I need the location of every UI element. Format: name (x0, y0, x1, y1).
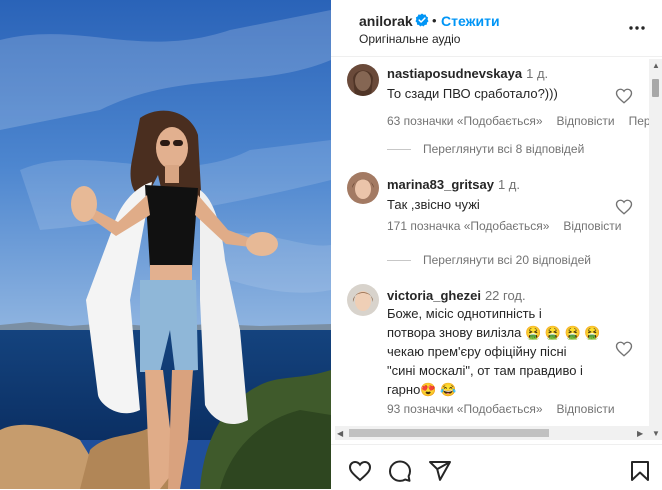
verified-badge-icon (415, 13, 429, 27)
comment-likes-count[interactable]: 93 позначки «Подобається» (387, 402, 543, 416)
scroll-left-arrow-icon[interactable]: ◀ (337, 429, 343, 438)
view-replies-link[interactable]: Переглянути всі 20 відповідей (423, 253, 591, 267)
scroll-down-arrow-icon[interactable]: ▼ (652, 429, 660, 438)
replies-divider (387, 260, 411, 261)
comment-likes-count[interactable]: 63 позначки «Подобається» (387, 114, 543, 128)
comments-list: nastiaposudnevskaya 1 д. То сзади ПВО сра… (331, 56, 662, 444)
comment-text-line: чекаю прем'єру офіційну пісні (387, 344, 567, 359)
bookmark-icon[interactable] (628, 459, 652, 483)
comment-time: 22 год. (484, 288, 526, 303)
comment-time: 1 д. (526, 66, 549, 81)
comment-text-line: гарно😍 😂 (387, 382, 457, 397)
comment-text: Боже, місіс однотипність і потвора знову… (387, 304, 617, 399)
comment-translate-link[interactable]: Пер (629, 114, 651, 128)
follow-button[interactable]: Стежити (441, 13, 500, 29)
comment-text-line: Боже, місіс однотипність і (387, 306, 542, 321)
reply-button[interactable]: Відповісти (557, 114, 615, 128)
header-separator: • (432, 13, 437, 28)
avatar[interactable] (347, 284, 379, 316)
reply-button[interactable]: Відповісти (557, 402, 615, 416)
comment-text: То сзади ПВО сработало?))) (387, 86, 558, 101)
post-photo (0, 0, 331, 489)
comment-text-line: "сині москалі", от там правдиво і (387, 363, 583, 378)
reply-button[interactable]: Відповісти (563, 219, 621, 233)
post-action-bar (331, 444, 662, 490)
heart-icon[interactable] (615, 340, 633, 358)
post-header: anilorak • Стежити Оригінальне аудіо (331, 0, 662, 57)
comment-time: 1 д. (497, 177, 520, 192)
view-replies-link[interactable]: Переглянути всі 8 відповідей (423, 142, 584, 156)
avatar[interactable] (347, 172, 379, 204)
comment-username[interactable]: marina83_gritsay (387, 177, 494, 192)
scroll-up-arrow-icon[interactable]: ▲ (652, 61, 660, 70)
comment-text: Так ,звісно чужі (387, 197, 480, 212)
heart-icon[interactable] (615, 87, 633, 105)
replies-divider (387, 149, 411, 150)
post-side-panel: anilorak • Стежити Оригінальне аудіо nas… (331, 0, 662, 489)
heart-icon[interactable] (348, 459, 372, 483)
horizontal-scroll-thumb[interactable] (349, 429, 549, 437)
vertical-scroll-thumb[interactable] (652, 79, 659, 97)
more-options-icon[interactable] (627, 18, 647, 38)
comment-text-line: потвора знову вилізла 🤮 🤮 🤮 🤮 (387, 325, 601, 340)
comment-username[interactable]: nastiaposudnevskaya (387, 66, 522, 81)
audio-label[interactable]: Оригінальне аудіо (359, 32, 460, 46)
comment-icon[interactable] (388, 459, 412, 483)
scroll-right-arrow-icon[interactable]: ▶ (637, 429, 643, 438)
avatar[interactable] (347, 64, 379, 96)
author-username[interactable]: anilorak (359, 13, 413, 29)
share-icon[interactable] (428, 459, 452, 483)
comments-horizontal-scrollbar[interactable]: ◀ ▶ (335, 426, 649, 440)
heart-icon[interactable] (615, 198, 633, 216)
comment-username[interactable]: victoria_ghezei (387, 288, 481, 303)
comments-vertical-scrollbar[interactable]: ▲ ▼ (649, 59, 662, 440)
post-media[interactable] (0, 0, 331, 489)
comment-likes-count[interactable]: 171 позначка «Подобається» (387, 219, 549, 233)
